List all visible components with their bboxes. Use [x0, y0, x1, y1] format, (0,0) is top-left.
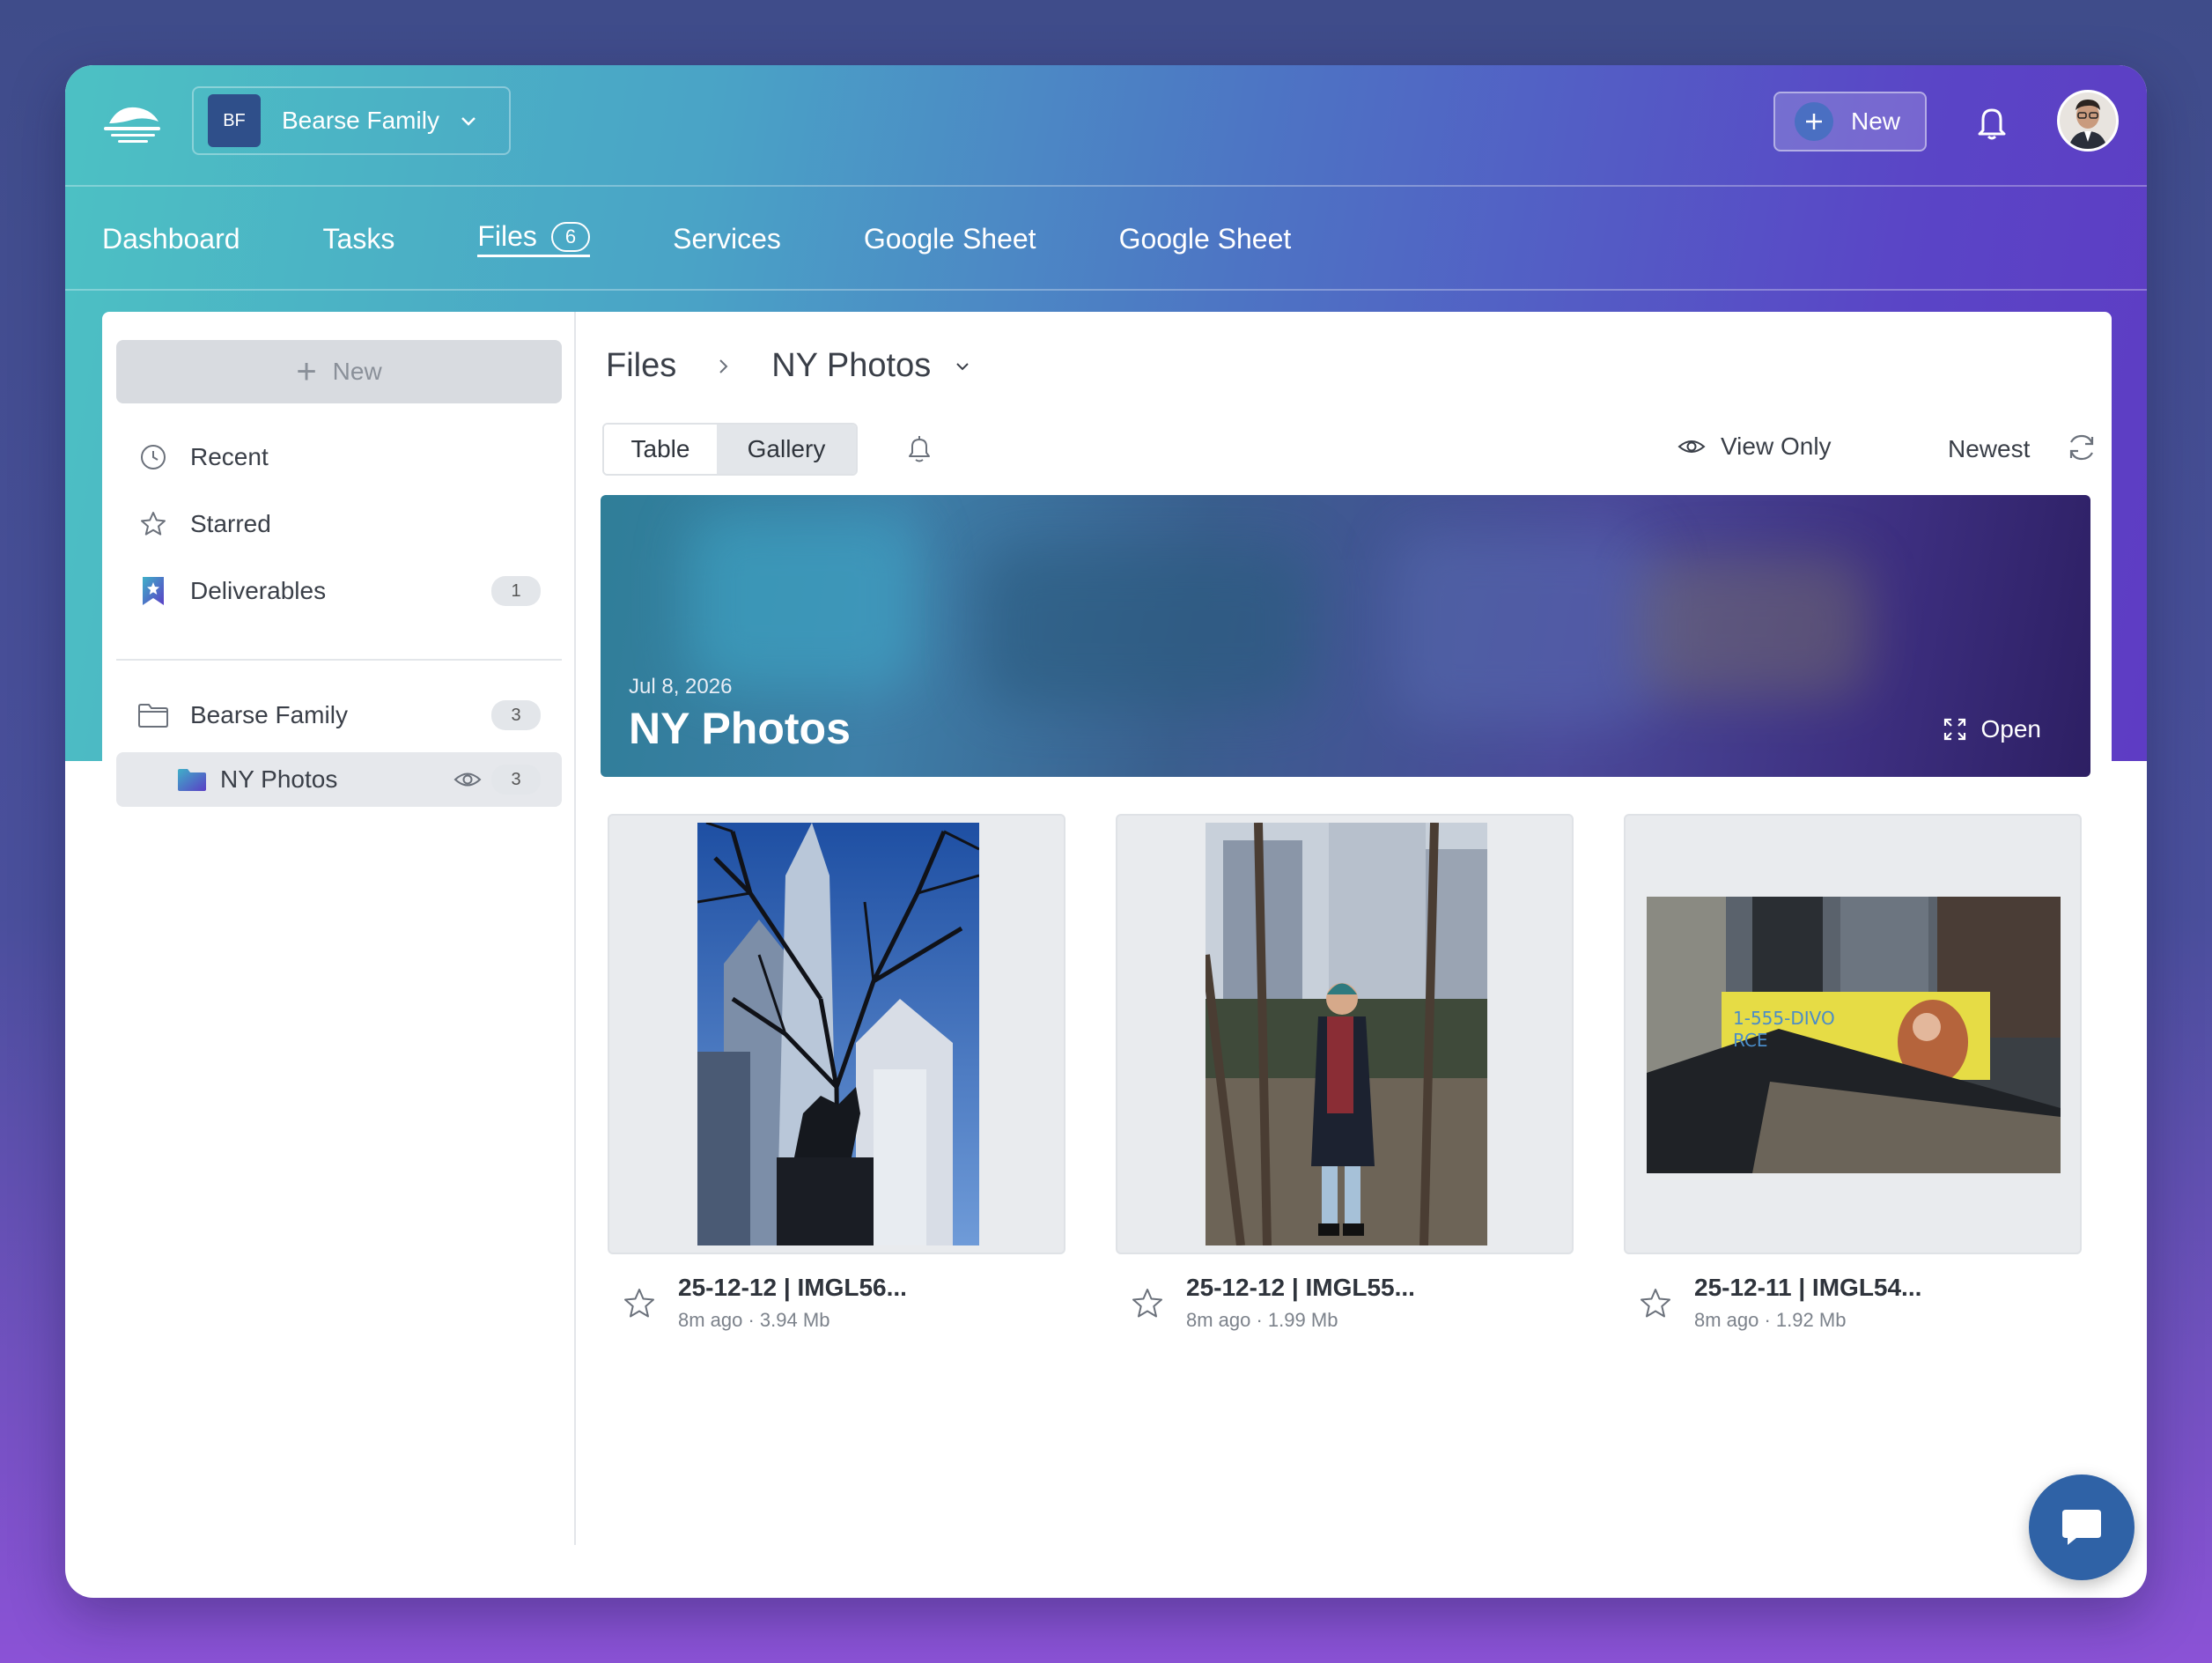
view-only-button[interactable]: View Only: [1677, 432, 1832, 462]
tab-label: Google Sheet: [863, 222, 1036, 255]
tab-google-sheet-2[interactable]: Google Sheet: [1119, 223, 1292, 255]
sidebar-new-label: New: [332, 358, 382, 385]
view-only-label: View Only: [1721, 432, 1832, 460]
table-view-button[interactable]: Table: [604, 425, 717, 474]
star-icon: [137, 508, 169, 540]
file-thumbnail[interactable]: [1116, 814, 1574, 1254]
star-icon[interactable]: [1638, 1286, 1673, 1321]
refresh-icon[interactable]: [2064, 430, 2099, 465]
view-toggle: Table Gallery: [602, 423, 858, 476]
sidebar-item-starred[interactable]: Starred: [116, 497, 562, 551]
sidebar-item-deliverables[interactable]: Deliverables 1: [116, 564, 562, 618]
banner-date: Jul 8, 2026: [629, 675, 733, 698]
sidebar: + New Recent Starred Deliverables 1 Bear…: [102, 312, 576, 1545]
banner-blur: [1640, 557, 1869, 698]
sidebar-item-label: Starred: [190, 510, 271, 537]
file-tile[interactable]: 1-555-DIVO RCE 25-12-11 | IMGL54... 8m a…: [1624, 814, 2082, 1332]
files-count-badge: 6: [550, 221, 591, 252]
open-button[interactable]: Open: [1943, 715, 2042, 743]
expand-icon: [1943, 718, 1965, 741]
chat-button[interactable]: [2029, 1475, 2135, 1580]
tab-tasks[interactable]: Tasks: [323, 223, 395, 255]
notification-bell-icon[interactable]: [902, 432, 937, 467]
sidebar-item-label: NY Photos: [220, 765, 338, 793]
breadcrumb-current[interactable]: NY Photos: [771, 347, 931, 385]
banner-blur: [1393, 530, 1657, 724]
file-meta: 8m ago · 3.94 Mb: [678, 1309, 830, 1331]
workspace-badge: BF: [208, 94, 261, 147]
top-bar: BF Bearse Family New: [65, 65, 2147, 185]
file-name[interactable]: 25-12-12 | IMGL55...: [1186, 1274, 1415, 1302]
banner-blur: [689, 513, 918, 689]
file-thumbnail[interactable]: 1-555-DIVO RCE: [1624, 814, 2082, 1254]
divider: [116, 659, 562, 661]
folder-filled-icon: [176, 764, 208, 795]
file-meta: 8m ago · 1.99 Mb: [1186, 1309, 1338, 1331]
open-label: Open: [1980, 715, 2042, 743]
file-tile[interactable]: 25-12-12 | IMGL55... 8m ago · 1.99 Mb: [1116, 814, 1574, 1332]
tab-services[interactable]: Services: [673, 223, 781, 255]
file-tile[interactable]: 25-12-12 | IMGL56... 8m ago · 3.94 Mb: [608, 814, 1065, 1332]
chat-icon: [2062, 1510, 2101, 1545]
chevron-right-icon: [719, 358, 728, 373]
tab-files[interactable]: Files 6: [477, 220, 591, 257]
main-panel: Files NY Photos Table Gallery View Only …: [578, 312, 2112, 1580]
app-window: BF Bearse Family New Dashboard Tasks Fil…: [65, 65, 2147, 1598]
tab-label: Dashboard: [102, 222, 240, 255]
file-name[interactable]: 25-12-12 | IMGL56...: [678, 1274, 907, 1302]
tab-dashboard[interactable]: Dashboard: [102, 223, 240, 255]
sort-dropdown[interactable]: Newest: [1948, 435, 2030, 463]
bell-icon[interactable]: [1971, 100, 2013, 143]
eye-icon: [453, 772, 482, 787]
tab-label: Services: [673, 222, 781, 255]
tab-label: Google Sheet: [1118, 222, 1292, 255]
breadcrumb: Files NY Photos: [606, 347, 971, 385]
sidebar-item-label: Bearse Family: [190, 701, 348, 728]
gallery-view-button[interactable]: Gallery: [717, 425, 856, 474]
chevron-down-icon: [461, 117, 476, 126]
count-badge: 3: [491, 700, 541, 730]
workspace-selector[interactable]: BF Bearse Family: [192, 86, 511, 155]
star-icon[interactable]: [1130, 1286, 1165, 1321]
bookmark-star-icon: [137, 575, 169, 607]
breadcrumb-root[interactable]: Files: [606, 347, 676, 385]
folder-icon: [137, 699, 169, 731]
count-badge: 1: [491, 576, 541, 606]
sidebar-folder-bearse-family[interactable]: Bearse Family 3: [116, 688, 562, 743]
sidebar-item-label: Recent: [190, 443, 269, 470]
chevron-down-icon[interactable]: [954, 358, 971, 375]
photo-billboard: 1-555-DIVO RCE: [1647, 897, 2061, 1173]
billboard-text: 1-555-DIVO: [1733, 1008, 1835, 1029]
workspace-name: Bearse Family: [282, 107, 439, 134]
tab-label: Tasks: [322, 222, 395, 255]
clock-icon: [137, 441, 169, 473]
new-button[interactable]: New: [1773, 92, 1927, 152]
user-avatar[interactable]: [2057, 90, 2119, 152]
banner-blur: [979, 548, 1314, 706]
sidebar-folder-ny-photos[interactable]: NY Photos 3: [116, 752, 562, 807]
content-card: + New Recent Starred Deliverables 1 Bear…: [102, 312, 2112, 1580]
sidebar-item-recent[interactable]: Recent: [116, 430, 562, 484]
eye-icon: [1677, 440, 1706, 453]
photo-woman-park: [1206, 823, 1487, 1245]
star-icon[interactable]: [622, 1286, 657, 1321]
main-nav: Dashboard Tasks Files 6 Services Google …: [102, 187, 1374, 291]
album-banner: Jul 8, 2026 NY Photos Open: [601, 495, 2090, 777]
plus-icon: +: [296, 351, 317, 391]
photo-tree-building: [697, 823, 979, 1245]
new-button-label: New: [1851, 107, 1901, 135]
banner-title: NY Photos: [629, 704, 851, 753]
file-thumbnail[interactable]: [608, 814, 1065, 1254]
sidebar-item-label: Deliverables: [190, 577, 327, 604]
divider: [65, 289, 2147, 291]
sidebar-new-button[interactable]: + New: [116, 340, 562, 403]
tab-label: Files: [477, 220, 537, 252]
app-logo-icon[interactable]: [100, 100, 164, 150]
plus-icon: [1795, 102, 1833, 141]
tab-google-sheet-1[interactable]: Google Sheet: [864, 223, 1036, 255]
file-name[interactable]: 25-12-11 | IMGL54...: [1694, 1274, 1921, 1302]
file-meta: 8m ago · 1.92 Mb: [1694, 1309, 1847, 1331]
billboard-text: RCE: [1733, 1030, 1768, 1051]
count-badge: 3: [491, 765, 541, 795]
